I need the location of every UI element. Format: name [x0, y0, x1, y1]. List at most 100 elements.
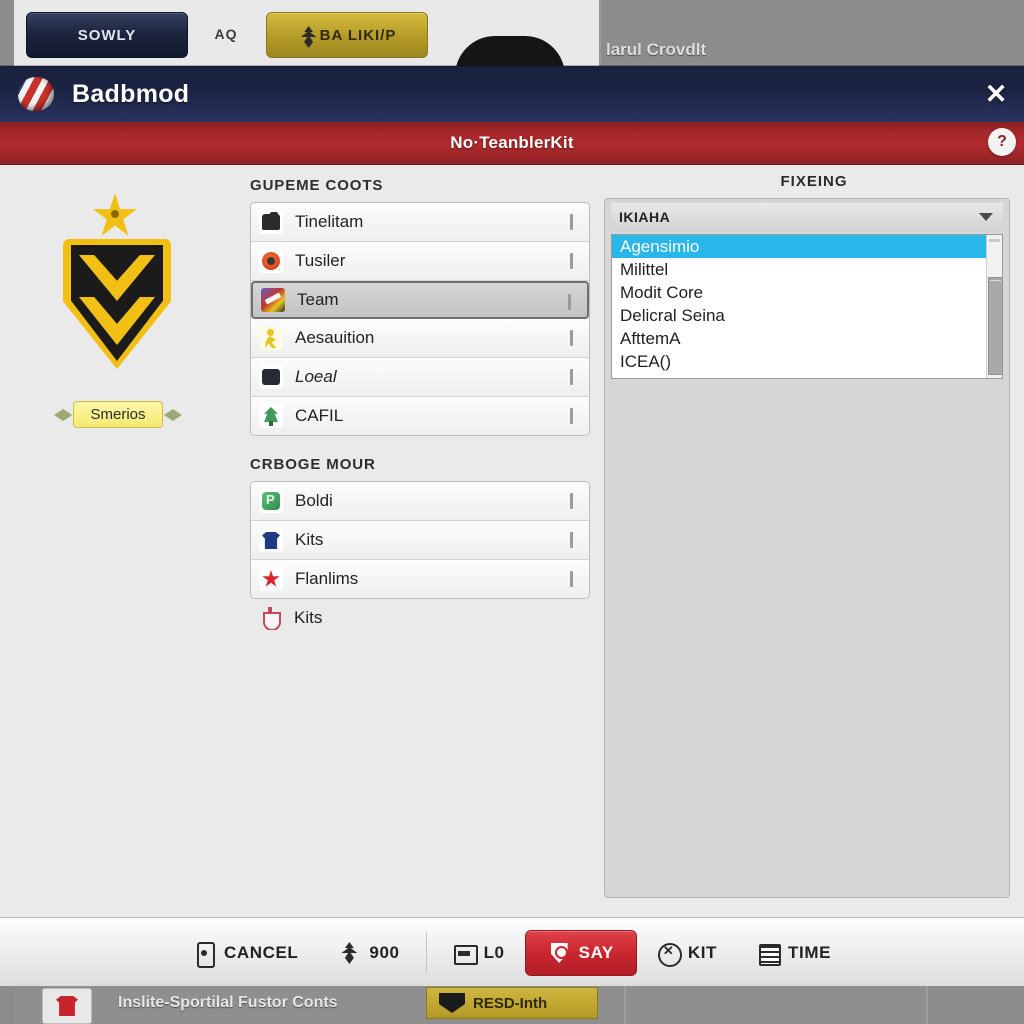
list-item[interactable]: Boldi — [251, 482, 589, 521]
extra-list-item[interactable]: Kits — [236, 599, 604, 637]
points-button-label: 900 — [369, 943, 400, 962]
chevron-right-icon — [570, 493, 573, 509]
group1-title: GUPEME COOTS — [250, 177, 384, 194]
chevron-right-icon — [570, 330, 573, 346]
right-panel-title: FIXEING — [780, 173, 848, 190]
say-button[interactable]: Say — [524, 930, 637, 976]
card-button[interactable]: l0 — [433, 931, 525, 975]
listbox-item[interactable]: Modit Core — [612, 281, 1002, 304]
background-crowd-label: larul Crovdlt — [606, 40, 707, 59]
chevron-down-icon[interactable] — [979, 213, 993, 221]
shield-crest-icon — [50, 193, 182, 373]
extra-list-item-label: Kits — [294, 608, 323, 627]
lightning-icon — [338, 941, 360, 965]
time-button-label: Time — [788, 943, 832, 962]
chevron-right-icon — [570, 571, 573, 587]
phone-icon — [193, 941, 215, 968]
badge-icon — [439, 993, 465, 1013]
star-icon — [92, 193, 138, 236]
list-item[interactable]: Tinelitam — [251, 203, 589, 242]
tree-icon — [259, 404, 283, 428]
modal-body: Smerios GUPEME COOTS Tinelitam Tusiler T… — [0, 165, 1024, 917]
background-bottom-row: Inslite-Sportilal Fustor Conts RESD-Inth — [0, 986, 1024, 1024]
card-icon — [453, 941, 478, 965]
team-icon — [261, 288, 285, 312]
lightning-icon — [298, 25, 314, 45]
list-item[interactable]: Aesauition — [251, 319, 589, 358]
listbox-scrollbar[interactable] — [986, 235, 1002, 378]
chevron-right-icon — [568, 294, 571, 310]
background-kit-icon — [42, 988, 92, 1024]
list-item-label: Loeal — [295, 367, 337, 386]
list-item[interactable]: CAFIL — [251, 397, 589, 435]
screen-root: SOWLY AQ BA LIKI/P larul Crovdlt Badbmod… — [0, 0, 1024, 1024]
background-tab-sowly[interactable]: SOWLY — [26, 12, 188, 58]
list-item-selected[interactable]: Team — [251, 281, 589, 319]
chevron-right-icon — [570, 369, 573, 385]
runner-icon — [259, 326, 283, 350]
kit-button[interactable]: Kit — [637, 931, 737, 975]
list-item[interactable]: Flanlims — [251, 560, 589, 598]
card-button-label: l0 — [483, 943, 505, 962]
footer-toolbar: Cancel 900 l0 Say Kit Time — [0, 917, 1024, 986]
list-item-label: CAFIL — [295, 406, 344, 425]
background-tab-ba-likip[interactable]: BA LIKI/P — [266, 12, 428, 58]
background-bottom-text: Inslite-Sportilal Fustor Conts — [118, 994, 338, 1011]
right-column: FIXEING IKIAHA Agensimio Milittel Modit … — [604, 165, 1024, 917]
kit-button-label: Kit — [687, 943, 718, 962]
scrollbar-thumb[interactable] — [988, 277, 1002, 375]
list-item-label: Kits — [295, 530, 324, 549]
shield-icon — [548, 941, 570, 965]
background-tab-aq[interactable]: AQ — [196, 12, 256, 56]
cancel-button[interactable]: Cancel — [173, 931, 318, 975]
background-tab-label: SOWLY — [77, 26, 137, 44]
green-pitch-icon — [259, 489, 283, 513]
chevron-right-icon — [570, 408, 573, 424]
chevron-right-icon — [570, 532, 573, 548]
list-item[interactable]: Tusiler — [251, 242, 589, 281]
listbox-item[interactable]: ICEA() — [612, 350, 1002, 373]
list-icon — [757, 941, 782, 966]
list-item[interactable]: Kits — [251, 521, 589, 560]
center-column: GUPEME COOTS Tinelitam Tusiler Team Aesa… — [236, 165, 604, 917]
footer-separator — [425, 932, 427, 974]
chevron-right-icon — [570, 253, 573, 269]
time-button[interactable]: Time — [737, 931, 851, 975]
crest-column: Smerios — [0, 165, 236, 917]
group2-title: CRBOGE MOUR — [250, 456, 376, 473]
points-button[interactable]: 900 — [318, 931, 419, 975]
cancel-button-label: Cancel — [223, 943, 299, 962]
listbox-item-selected[interactable]: Agensimio — [612, 235, 1002, 258]
list-item-label: Team — [297, 290, 339, 309]
fixture-combo[interactable]: IKIAHA — [611, 203, 1003, 231]
listbox-item[interactable]: Delicral Seina — [612, 304, 1002, 327]
list-item[interactable]: Loeal — [251, 358, 589, 397]
listbox-item[interactable]: AfttemA — [612, 327, 1002, 350]
modal-titlebar: Badbmod ✕ — [0, 66, 1024, 122]
trophy-icon — [258, 606, 282, 630]
close-icon[interactable]: ✕ — [980, 79, 1012, 111]
background-tab-label: AQ — [214, 26, 238, 42]
background-bottom-right-panel — [626, 986, 928, 1024]
shirt-icon — [259, 528, 283, 552]
help-icon[interactable]: ? — [988, 128, 1016, 156]
scrollbar-track-marker — [989, 239, 1000, 242]
bag-icon — [259, 210, 283, 234]
group2-list: Boldi Kits Flanlims — [250, 481, 590, 599]
modal-subtitle-bar: No·TeanblerKit ? — [0, 122, 1024, 165]
modal-title: Badbmod — [72, 79, 190, 108]
striped-ball-icon — [14, 76, 56, 112]
right-panel: IKIAHA Agensimio Milittel Modit Core Del… — [604, 198, 1010, 898]
group1-list: Tinelitam Tusiler Team Aesauition Loeal … — [250, 202, 590, 436]
background-top-strip: SOWLY AQ BA LIKI/P larul Crovdlt — [0, 0, 1024, 76]
background-tab-label: BA LIKI/P — [319, 26, 397, 44]
chevron-right-icon — [570, 214, 573, 230]
listbox-item[interactable]: Milittel — [612, 258, 1002, 281]
modal-dialog: Badbmod ✕ No·TeanblerKit ? Smerios GUPEM… — [0, 66, 1024, 986]
list-item-label: Tinelitam — [295, 212, 364, 231]
background-bottom-button-label: RESD-Inth — [473, 994, 548, 1012]
fixture-listbox[interactable]: Agensimio Milittel Modit Core Delicral S… — [611, 234, 1003, 379]
list-item-label: Flanlims — [295, 569, 359, 588]
background-bottom-button[interactable]: RESD-Inth — [426, 987, 598, 1019]
crest-label: Smerios — [73, 400, 163, 428]
